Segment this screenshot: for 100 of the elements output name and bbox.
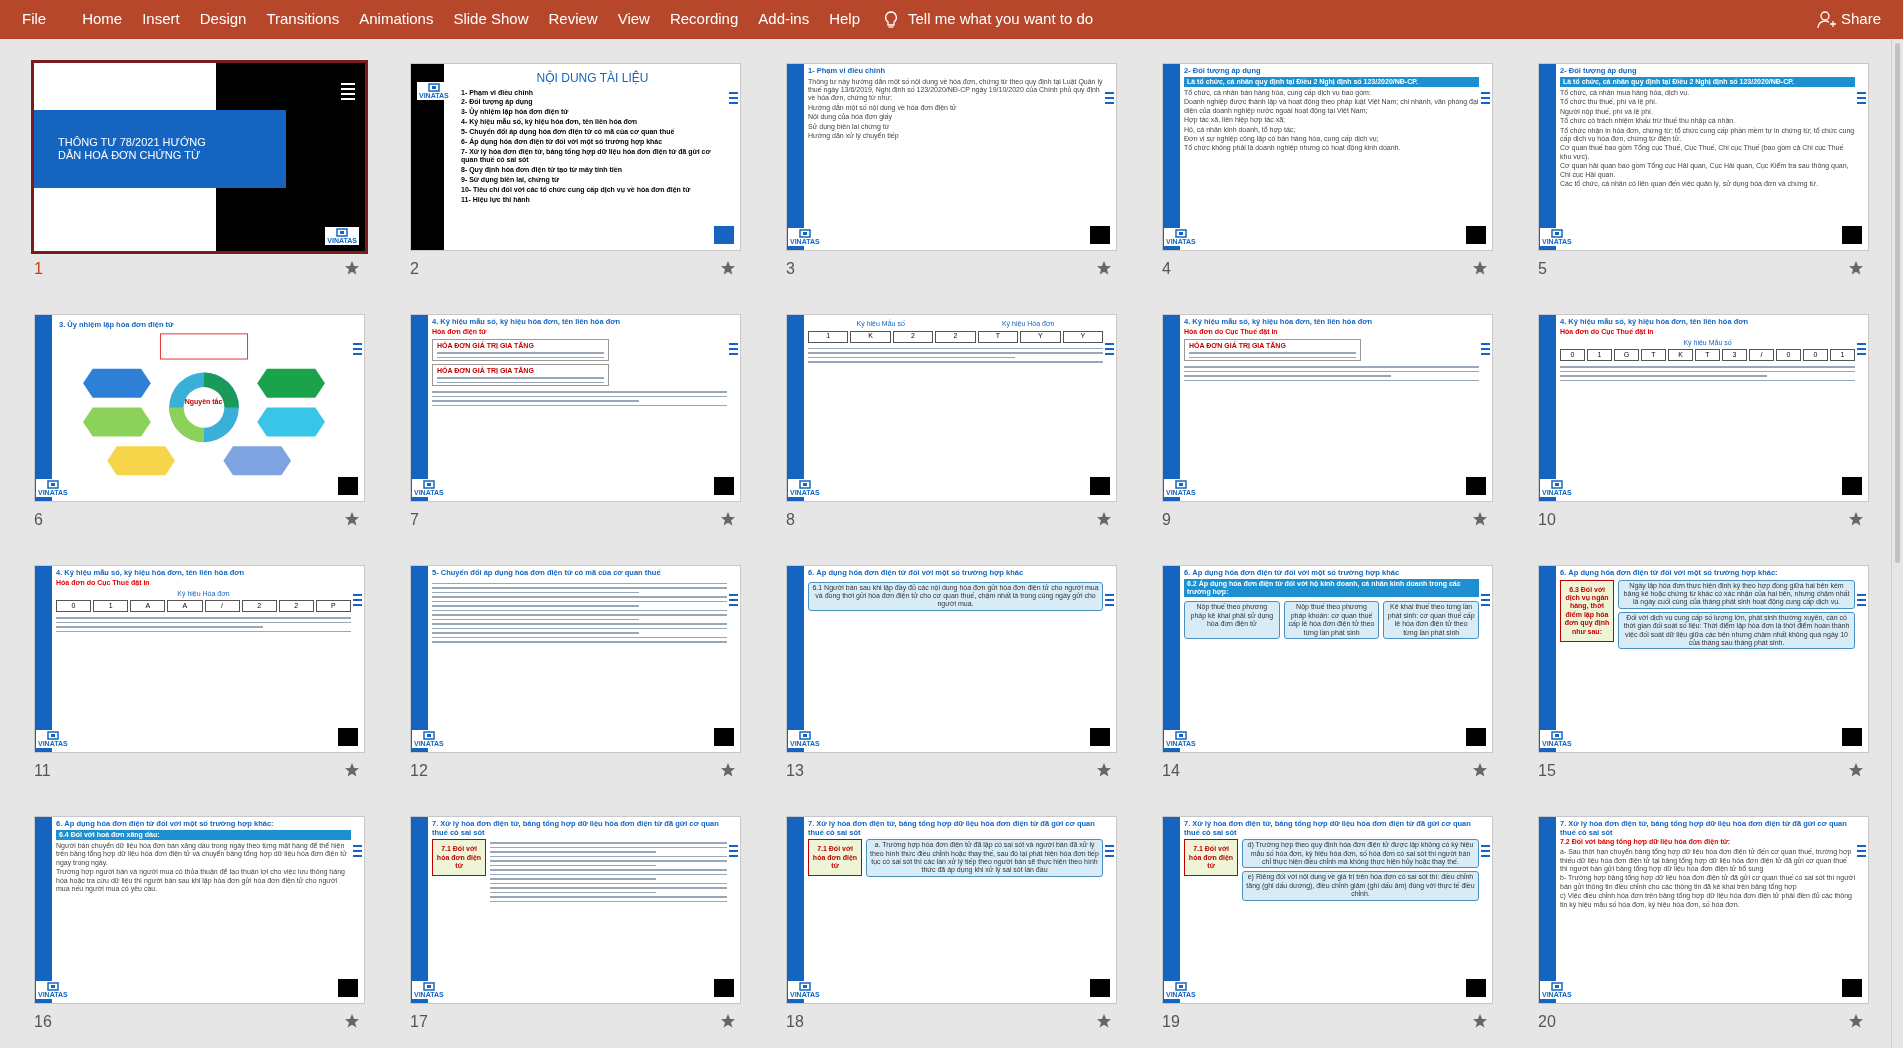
slide-number: 4 xyxy=(1162,259,1171,279)
logo-icon xyxy=(46,480,59,489)
logo-icon xyxy=(422,982,435,991)
star-icon xyxy=(1849,763,1863,777)
logo-icon xyxy=(798,731,811,740)
star-icon xyxy=(721,512,735,526)
side-bars xyxy=(1481,343,1490,355)
slide-number: 10 xyxy=(1538,510,1556,530)
side-bars xyxy=(1481,594,1490,606)
star-icon xyxy=(721,763,735,777)
star-icon xyxy=(345,763,359,777)
side-bars xyxy=(1857,845,1866,857)
slide-number: 11 xyxy=(34,761,51,781)
page-number-box xyxy=(714,226,734,244)
slide-thumbnail[interactable] xyxy=(786,63,1117,251)
page-number-box xyxy=(1842,477,1862,495)
side-bars xyxy=(1105,594,1114,606)
side-bars xyxy=(1857,594,1866,606)
page-number-box xyxy=(714,979,734,997)
star-icon xyxy=(1097,763,1111,777)
star-icon xyxy=(1097,512,1111,526)
slide-number: 8 xyxy=(786,510,795,530)
ribbon-tab[interactable]: Design xyxy=(189,8,257,31)
ribbon-tab[interactable]: Slide Show xyxy=(443,8,539,31)
slide-number: 1 xyxy=(34,259,43,279)
star-icon xyxy=(1473,261,1487,275)
slide-thumbnail[interactable] xyxy=(1162,63,1493,251)
logo-icon xyxy=(422,731,435,740)
ribbon-tab[interactable]: View xyxy=(607,8,660,31)
slide-thumbnail[interactable] xyxy=(1162,816,1493,1004)
star-icon xyxy=(1473,763,1487,777)
ribbon-tab[interactable]: Insert xyxy=(132,8,190,31)
page-number-box xyxy=(1090,979,1110,997)
slide-thumbnail[interactable] xyxy=(410,63,741,251)
slide-title: THÔNG TƯ 78/2021 HƯỚNG DẪN HOÁ ĐƠN CHỨNG TỪ xyxy=(58,135,207,163)
ribbon-tab[interactable]: Animations xyxy=(349,8,444,31)
side-bars xyxy=(341,83,355,100)
slide-number: 12 xyxy=(410,761,428,781)
logo-icon xyxy=(798,982,811,991)
page-number-box xyxy=(338,728,358,746)
logo-icon xyxy=(422,480,435,489)
slide-number: 17 xyxy=(410,1012,428,1032)
page-number-box xyxy=(1842,728,1862,746)
page-number-box xyxy=(714,728,734,746)
star-icon xyxy=(1473,512,1487,526)
slide-thumbnail[interactable] xyxy=(1538,63,1869,251)
side-bars xyxy=(1857,343,1866,355)
logo-icon xyxy=(1550,480,1563,489)
ribbon-tab[interactable]: File xyxy=(10,8,59,31)
star-icon xyxy=(721,261,735,275)
side-bars xyxy=(1105,92,1114,104)
slide-thumbnail[interactable] xyxy=(786,565,1117,753)
ribbon-tab[interactable]: Home xyxy=(72,8,133,31)
slide-number: 7 xyxy=(410,510,419,530)
page-number-box xyxy=(714,477,734,495)
slide-number: 5 xyxy=(1538,259,1547,279)
scrollbar[interactable] xyxy=(1891,39,1903,1048)
ribbon-tab[interactable]: Transitions xyxy=(256,8,350,31)
star-icon xyxy=(1849,1014,1863,1028)
side-bars xyxy=(1857,92,1866,104)
slide-number: 15 xyxy=(1538,761,1556,781)
slide-thumbnail[interactable] xyxy=(786,816,1117,1004)
star-icon xyxy=(1097,261,1111,275)
logo-icon xyxy=(1174,982,1187,991)
slide-number: 14 xyxy=(1162,761,1180,781)
logo-icon xyxy=(336,228,349,237)
page-number-box xyxy=(1090,226,1110,244)
logo-icon xyxy=(1174,480,1187,489)
star-icon xyxy=(1473,1014,1487,1028)
star-icon xyxy=(721,1014,735,1028)
page-number-box xyxy=(338,477,358,495)
page-number-box xyxy=(1466,226,1486,244)
star-icon xyxy=(1849,261,1863,275)
logo-icon xyxy=(1174,229,1187,238)
side-bars xyxy=(353,343,362,355)
slide-thumbnail[interactable] xyxy=(1162,565,1493,753)
page-number-box xyxy=(1090,477,1110,495)
slide-number: 18 xyxy=(786,1012,804,1032)
slide-thumbnail[interactable] xyxy=(34,816,365,1004)
side-bars xyxy=(1481,845,1490,857)
ribbon-tab[interactable]: Recording xyxy=(659,8,749,31)
slide-thumbnail[interactable] xyxy=(1538,816,1869,1004)
ribbon-tab[interactable]: Help xyxy=(819,8,870,31)
page-number-box xyxy=(1842,979,1862,997)
logo-icon xyxy=(1174,731,1187,740)
share-button[interactable]: Share xyxy=(1816,8,1881,31)
page-number-box xyxy=(1466,728,1486,746)
page-number-box xyxy=(1466,477,1486,495)
slide-thumbnail[interactable] xyxy=(1538,565,1869,753)
ribbon-tab[interactable]: Add-ins xyxy=(748,8,820,31)
page-number-box xyxy=(338,979,358,997)
page-number-box xyxy=(1466,979,1486,997)
ribbon-tab[interactable]: Review xyxy=(538,8,608,31)
logo-icon xyxy=(427,83,440,92)
page-number-box xyxy=(1842,226,1862,244)
tell-me-search[interactable]: Tell me what you want to do xyxy=(882,8,1094,31)
slide-number: 19 xyxy=(1162,1012,1180,1032)
slide-number: 3 xyxy=(786,259,795,279)
logo-icon xyxy=(798,229,811,238)
side-bars xyxy=(729,343,738,355)
